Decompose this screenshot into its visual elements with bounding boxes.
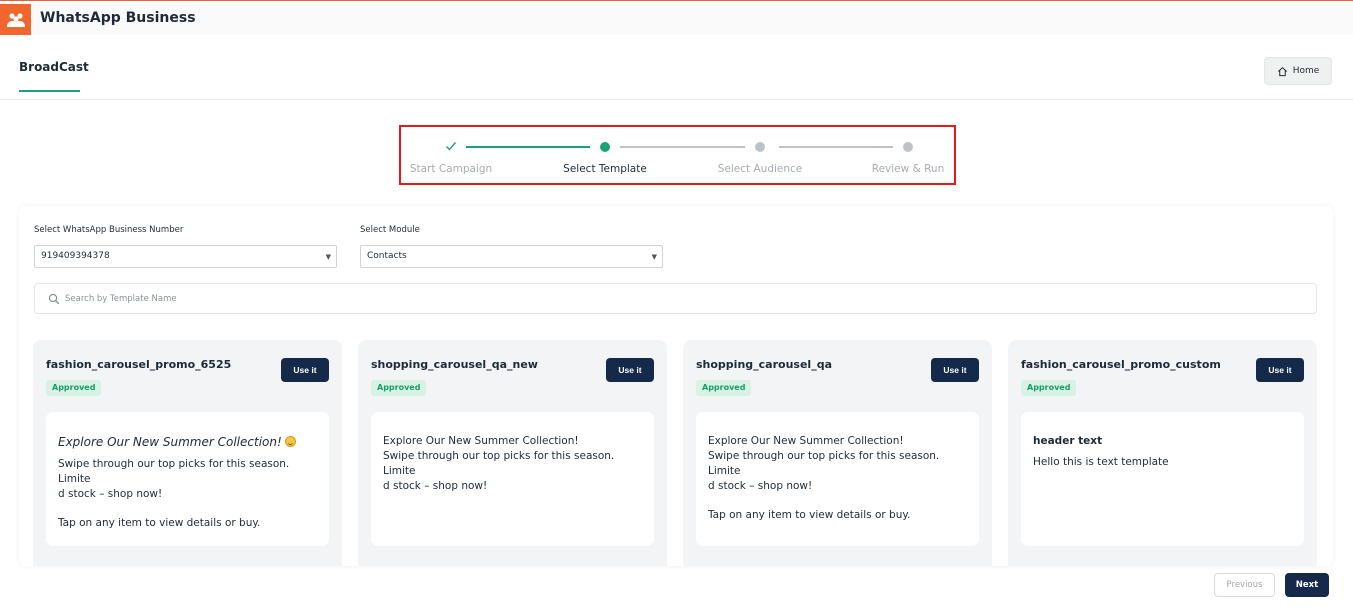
preview-line: Hello this is text template xyxy=(1033,456,1169,468)
home-button[interactable]: Home xyxy=(1264,57,1332,85)
preview-line: Explore Our New Summer Collection! xyxy=(708,435,904,447)
preview-heading: Explore Our New Summer Collection! xyxy=(58,434,317,450)
search-icon xyxy=(48,293,60,305)
preview-line: Swipe through our top picks for this sea… xyxy=(383,450,615,477)
step-connector-3 xyxy=(779,146,893,148)
preview-line: Tap on any item to view details or buy. xyxy=(58,517,261,529)
step-dot-select-audience xyxy=(755,142,765,152)
template-name: fashion_carousel_promo_6525 xyxy=(46,358,232,371)
template-panel: Select WhatsApp Business Number 91940939… xyxy=(19,206,1333,566)
business-number-value: 919409394378 xyxy=(41,251,110,261)
module-select-label: Select Module xyxy=(360,225,420,235)
app-title: WhatsApp Business xyxy=(40,10,196,26)
status-badge: Approved xyxy=(1021,380,1077,396)
use-it-button[interactable]: Use it xyxy=(1256,358,1304,382)
step-label-review-run: Review & Run xyxy=(871,163,945,175)
home-button-label: Home xyxy=(1292,66,1320,76)
previous-button[interactable]: Previous xyxy=(1214,573,1275,597)
use-it-button[interactable]: Use it xyxy=(281,358,329,382)
tab-active-indicator xyxy=(19,90,80,92)
business-number-select[interactable]: 919409394378 ▼ xyxy=(34,245,337,268)
template-preview: header text Hello this is text template xyxy=(1021,412,1304,546)
chevron-down-icon: ▼ xyxy=(651,253,657,261)
module-select[interactable]: Contacts ▼ xyxy=(360,245,663,268)
number-select-label: Select WhatsApp Business Number xyxy=(34,225,184,235)
campaign-stepper: Start Campaign Select Template Select Au… xyxy=(399,125,956,185)
next-button[interactable]: Next xyxy=(1285,573,1329,597)
preview-line: Tap on any item to view details or buy. xyxy=(708,509,911,521)
step-label-select-audience: Select Audience xyxy=(717,163,803,175)
page-header: BroadCast Home xyxy=(0,35,1353,100)
step-label-start-campaign: Start Campaign xyxy=(409,163,493,175)
chevron-down-icon: ▼ xyxy=(325,253,331,261)
preview-line: d stock – shop now! xyxy=(58,488,163,500)
status-badge: Approved xyxy=(371,380,427,396)
smiley-emoji-icon xyxy=(284,436,296,447)
app-bar: WhatsApp Business xyxy=(0,4,1353,35)
preview-line: Swipe through our top picks for this sea… xyxy=(708,450,940,477)
search-input[interactable] xyxy=(65,290,1265,308)
preview-line: Swipe through our top picks for this sea… xyxy=(58,458,290,485)
home-icon xyxy=(1277,66,1287,76)
template-preview: Explore Our New Summer Collection! Swipe… xyxy=(371,412,654,546)
step-dot-select-template xyxy=(600,142,610,152)
step-connector-2 xyxy=(620,146,745,148)
app-logo[interactable] xyxy=(0,4,31,35)
use-it-button[interactable]: Use it xyxy=(931,358,979,382)
step-dot-review-run xyxy=(903,142,913,152)
preview-header-text: header text xyxy=(1033,435,1103,447)
template-card: shopping_carousel_qa_new Approved Use it… xyxy=(358,340,667,566)
check-icon xyxy=(446,142,457,151)
step-connector-1 xyxy=(466,146,590,148)
template-card: fashion_carousel_promo_6525 Approved Use… xyxy=(33,340,342,566)
status-badge: Approved xyxy=(696,380,752,396)
template-preview: Explore Our New Summer Collection! Swipe… xyxy=(46,412,329,546)
preview-line: d stock – shop now! xyxy=(383,480,488,492)
template-preview: Explore Our New Summer Collection! Swipe… xyxy=(696,412,979,546)
use-it-button[interactable]: Use it xyxy=(606,358,654,382)
tab-broadcast[interactable]: BroadCast xyxy=(19,60,89,74)
template-search xyxy=(34,283,1317,314)
template-card: shopping_carousel_qa Approved Use it Exp… xyxy=(683,340,992,566)
template-name: fashion_carousel_promo_custom xyxy=(1021,358,1221,371)
step-label-select-template: Select Template xyxy=(563,163,647,175)
template-name: shopping_carousel_qa xyxy=(696,358,832,371)
template-name: shopping_carousel_qa_new xyxy=(371,358,538,371)
preview-line: Explore Our New Summer Collection! xyxy=(383,435,579,447)
status-badge: Approved xyxy=(46,380,102,396)
users-group-icon xyxy=(6,12,25,27)
preview-line: d stock – shop now! xyxy=(708,480,813,492)
module-value: Contacts xyxy=(367,251,407,261)
template-card: fashion_carousel_promo_custom Approved U… xyxy=(1008,340,1317,566)
